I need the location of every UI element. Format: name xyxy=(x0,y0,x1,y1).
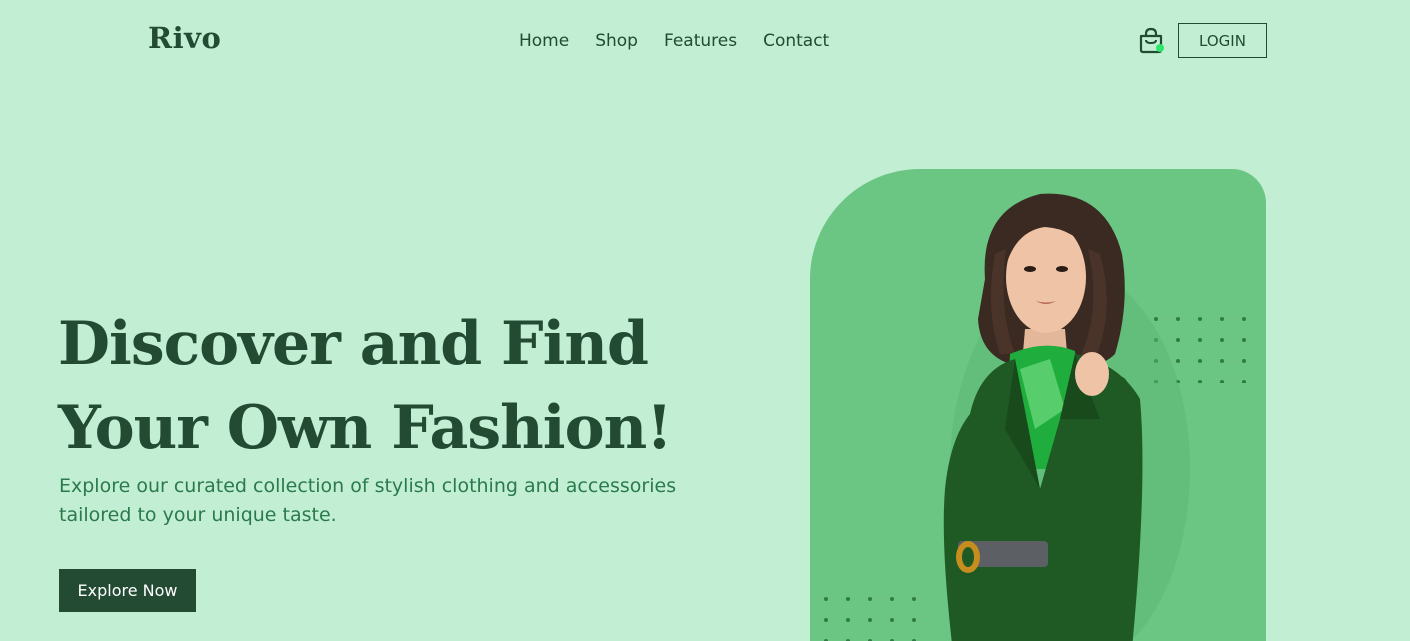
brand-logo[interactable]: Rivo xyxy=(148,21,221,55)
hero-title: Discover and Find Your Own Fashion! xyxy=(58,302,758,470)
nav-item-contact[interactable]: Contact xyxy=(763,30,829,52)
nav-item-shop[interactable]: Shop xyxy=(595,30,638,52)
explore-now-button[interactable]: Explore Now xyxy=(59,569,196,612)
hero-title-line-1: Discover and Find xyxy=(58,309,649,379)
hero-subtitle-line-1: Explore our curated collection of stylis… xyxy=(59,475,677,497)
fashion-model-photo xyxy=(943,193,1190,641)
hero-title-line-2: Your Own Fashion! xyxy=(58,393,673,463)
nav-item-features[interactable]: Features xyxy=(664,30,737,52)
nav-item-home[interactable]: Home xyxy=(519,30,569,52)
hero-subtitle: Explore our curated collection of stylis… xyxy=(59,472,699,530)
hero-image-panel xyxy=(810,169,1266,641)
landing-page: Rivo Home Shop Features Contact LOGIN Di… xyxy=(0,0,1410,641)
hero-subtitle-line-2: tailored to your unique taste. xyxy=(59,504,337,526)
main-nav: Home Shop Features Contact xyxy=(519,30,829,52)
login-button[interactable]: LOGIN xyxy=(1178,23,1267,58)
cart-badge xyxy=(1156,44,1164,52)
